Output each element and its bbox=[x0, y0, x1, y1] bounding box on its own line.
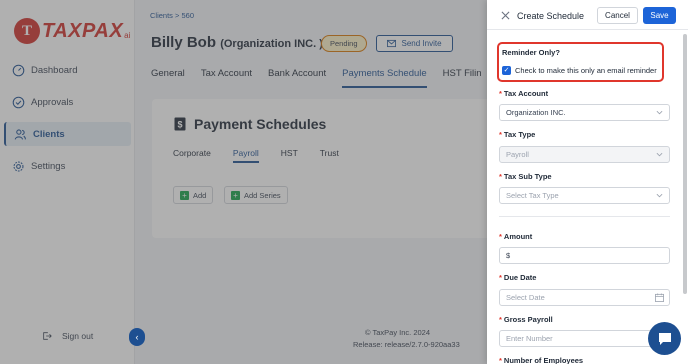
amount-label: * Amount bbox=[499, 232, 533, 241]
tax-account-value: Organization INC. bbox=[506, 108, 566, 117]
gross-payroll-label: * Gross Payroll bbox=[499, 315, 553, 324]
tax-type-select[interactable]: Payroll bbox=[499, 146, 670, 163]
reminder-checkbox-label: Check to make this only an email reminde… bbox=[515, 66, 657, 75]
number-of-employees-label: * Number of Employees bbox=[499, 356, 584, 364]
due-date-placeholder: Select Date bbox=[506, 293, 545, 302]
due-date-input[interactable]: Select Date bbox=[499, 289, 670, 306]
form-divider bbox=[499, 216, 670, 217]
tax-account-select[interactable]: Organization INC. bbox=[499, 104, 670, 121]
tax-type-value: Payroll bbox=[506, 150, 529, 159]
chat-button[interactable] bbox=[648, 322, 681, 355]
reminder-checkbox[interactable]: ✓ bbox=[502, 66, 511, 75]
chevron-down-icon bbox=[656, 193, 663, 198]
tax-account-label: * Tax Account bbox=[499, 89, 549, 98]
chevron-down-icon bbox=[656, 152, 663, 157]
tax-sub-type-placeholder: Select Tax Type bbox=[506, 191, 559, 200]
modal-overlay[interactable] bbox=[0, 0, 487, 364]
calendar-icon bbox=[655, 293, 664, 302]
drawer-header: Create Schedule Cancel Save bbox=[487, 0, 688, 30]
chevron-down-icon bbox=[656, 110, 663, 115]
collapse-sidebar-button[interactable]: ‹ bbox=[129, 328, 145, 346]
close-icon[interactable] bbox=[501, 11, 510, 20]
chat-bubble-icon bbox=[658, 333, 671, 345]
amount-value: $ bbox=[506, 251, 511, 260]
tax-type-label: * Tax Type bbox=[499, 130, 536, 139]
amount-input[interactable]: $ bbox=[499, 247, 670, 264]
cancel-button[interactable]: Cancel bbox=[597, 7, 638, 24]
gross-payroll-placeholder: Enter Number bbox=[506, 334, 553, 343]
drawer-scrollbar[interactable] bbox=[683, 34, 687, 294]
chevron-left-icon: ‹ bbox=[135, 332, 139, 342]
create-schedule-drawer: Create Schedule Cancel Save Reminder Onl… bbox=[487, 0, 688, 364]
reminder-title: Reminder Only? bbox=[502, 48, 560, 57]
tax-sub-type-label: * Tax Sub Type bbox=[499, 172, 552, 181]
tax-sub-type-select[interactable]: Select Tax Type bbox=[499, 187, 670, 204]
save-button[interactable]: Save bbox=[643, 7, 676, 24]
reminder-only-section: Reminder Only? ✓ Check to make this only… bbox=[497, 42, 664, 82]
due-date-label: * Due Date bbox=[499, 273, 537, 282]
reminder-checkbox-row[interactable]: ✓ Check to make this only an email remin… bbox=[502, 66, 657, 75]
gross-payroll-input[interactable]: Enter Number bbox=[499, 330, 670, 347]
drawer-title: Create Schedule bbox=[517, 11, 585, 21]
